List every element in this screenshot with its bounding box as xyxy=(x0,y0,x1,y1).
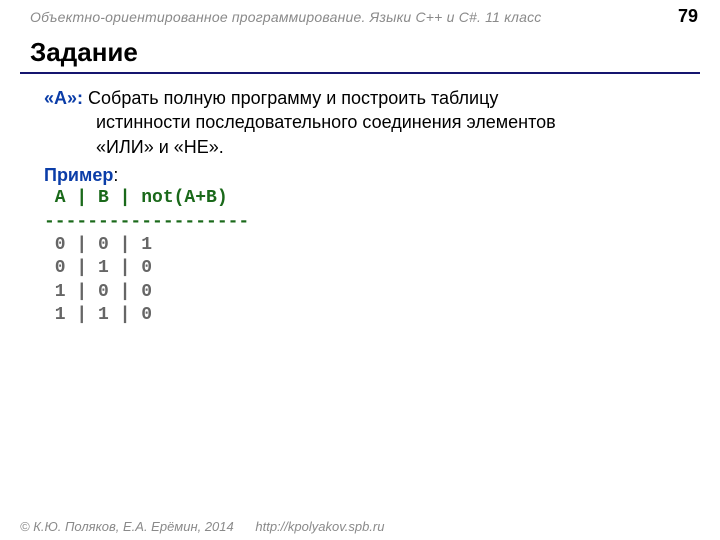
page-title: Задание xyxy=(0,27,720,72)
footer-copyright: © К.Ю. Поляков, Е.А. Ерёмин, 2014 xyxy=(20,519,234,534)
title-underline xyxy=(20,72,700,74)
task-text-line2: истинности последовательного соединения … xyxy=(44,110,690,134)
truth-table-header: A | B | not(A+B) xyxy=(44,187,690,210)
example-colon: : xyxy=(113,165,118,185)
task-block: «A»: Собрать полную программу и построит… xyxy=(44,86,690,159)
truth-table-row: 0 | 0 | 1 xyxy=(44,234,690,257)
slide-header: Объектно-ориентированное программировани… xyxy=(0,0,720,27)
truth-table-row: 0 | 1 | 0 xyxy=(44,257,690,280)
task-text-line1: Собрать полную программу и построить таб… xyxy=(83,88,498,108)
slide-footer: © К.Ю. Поляков, Е.А. Ерёмин, 2014 http:/… xyxy=(20,519,384,534)
truth-table-row: 1 | 0 | 0 xyxy=(44,281,690,304)
task-text-line3: «ИЛИ» и «НЕ». xyxy=(44,135,690,159)
slide-body: «A»: Собрать полную программу и построит… xyxy=(0,82,720,328)
task-label-a: «A»: xyxy=(44,88,83,108)
course-title: Объектно-ориентированное программировани… xyxy=(30,9,542,25)
footer-url: http://kpolyakov.spb.ru xyxy=(255,519,384,534)
page-number: 79 xyxy=(678,6,698,27)
truth-table-row: 1 | 1 | 0 xyxy=(44,304,690,327)
example-label: Пример xyxy=(44,165,113,185)
truth-table-separator: ------------------- xyxy=(44,211,690,234)
example-block: Пример: A | B | not(A+B) ---------------… xyxy=(44,163,690,328)
